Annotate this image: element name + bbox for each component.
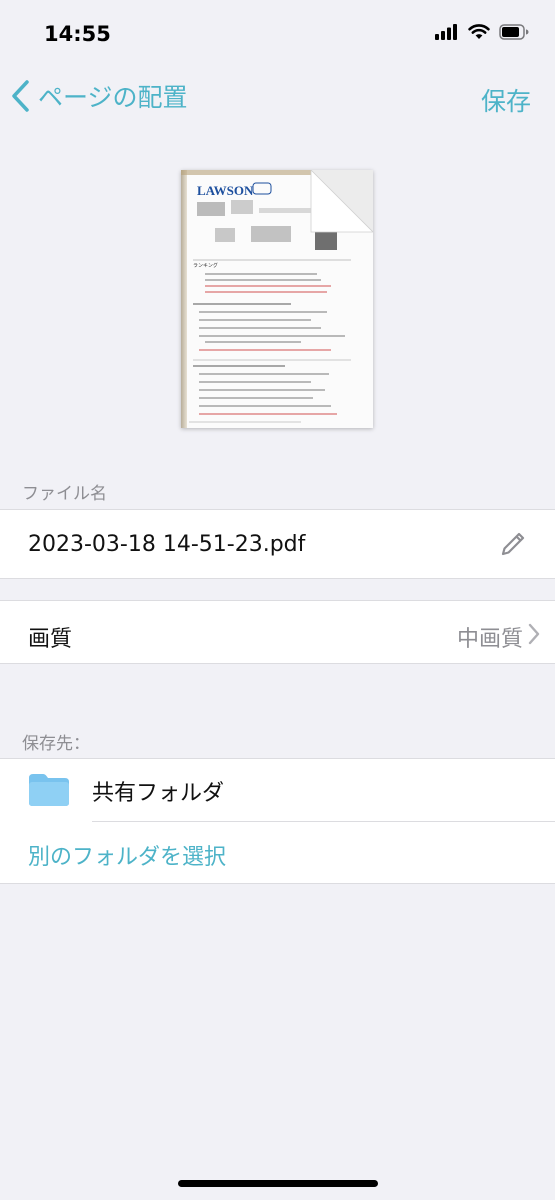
battery-icon <box>499 24 529 40</box>
folder-row[interactable]: 共有フォルダ <box>0 759 555 821</box>
chevron-left-icon <box>12 80 29 112</box>
quality-value: 中画質 <box>456 627 523 652</box>
status-bar: 14:55 <box>0 0 555 70</box>
save-button[interactable]: 保存 <box>481 82 531 118</box>
quality-label: 画質 <box>28 627 73 652</box>
destination-section-label: 保存先： <box>22 734 90 754</box>
choose-folder-button[interactable]: 別のフォルダを選択 <box>28 839 226 871</box>
file-name-section-label: ファイル名 <box>22 484 107 504</box>
back-button[interactable]: ページの配置 <box>10 78 188 114</box>
status-time: 14:55 <box>44 22 111 46</box>
divider <box>92 821 555 822</box>
navigation-bar: ページの配置 保存 <box>0 70 555 126</box>
chevron-right-icon <box>528 623 540 645</box>
file-name-row[interactable]: 2023-03-18 14-51-23.pdf <box>0 509 555 579</box>
document-thumbnail: LAWSON ランキング <box>181 170 373 428</box>
pencil-icon[interactable] <box>499 530 527 558</box>
wifi-icon <box>468 24 490 39</box>
document-logo: LAWSON <box>197 183 254 198</box>
quality-row[interactable]: 画質 中画質 <box>0 600 555 664</box>
back-title: ページの配置 <box>38 83 188 112</box>
status-icons <box>435 24 529 40</box>
document-preview: LAWSON ランキング <box>181 170 373 428</box>
folder-name: 共有フォルダ <box>92 781 225 806</box>
folder-icon <box>29 774 69 806</box>
home-indicator <box>178 1180 378 1187</box>
cellular-signal-icon <box>435 24 457 40</box>
destination-group: 共有フォルダ 別のフォルダを選択 <box>0 758 555 884</box>
file-name-value[interactable]: 2023-03-18 14-51-23.pdf <box>28 532 305 557</box>
document-title: ランキング <box>193 262 218 269</box>
